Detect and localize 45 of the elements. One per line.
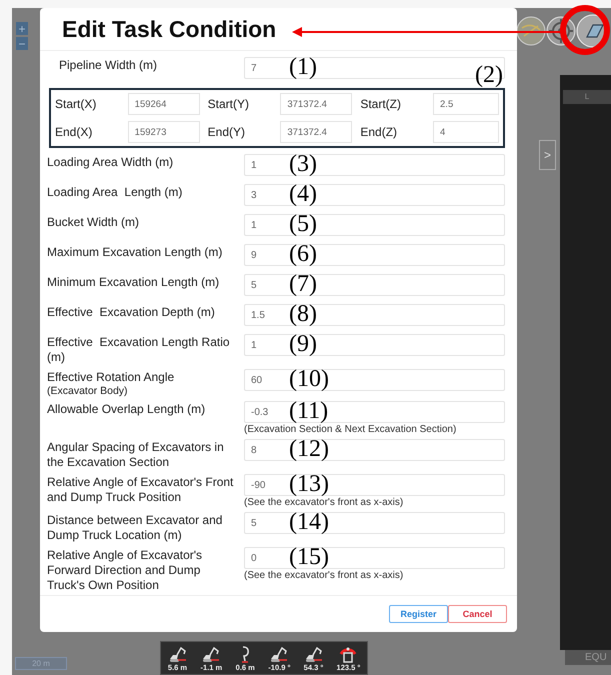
- excavator-icon: [201, 644, 222, 662]
- field-label: Relative Angle of Excavator's Forward Direction and Dump Truck's Own Position: [47, 548, 204, 593]
- field-label: Bucket Width (m): [47, 215, 140, 230]
- field-label: Angular Spacing of Excavators in the Excavation Section: [47, 440, 225, 470]
- field-label: End(Z): [360, 125, 398, 139]
- zoom-out-button[interactable]: −: [16, 37, 28, 50]
- input-field[interactable]: 4: [433, 121, 500, 143]
- field-note: (See the excavator's front as x-axis): [244, 497, 404, 508]
- field-label: Relative Angle of Excavator's Front and Dump Truck Position: [47, 475, 234, 505]
- field-label: Allowable Overlap Length (m): [47, 402, 206, 417]
- input-field[interactable]: 371372.4: [280, 93, 352, 115]
- input-field[interactable]: 371372.4: [280, 121, 352, 143]
- field-label: Start(Z): [360, 97, 402, 111]
- field-label: Pipeline Width (m): [59, 58, 158, 73]
- expand-tab[interactable]: >: [539, 140, 556, 170]
- input-field[interactable]: 159264: [128, 93, 200, 115]
- excavator-icon: [304, 644, 324, 662]
- field-sublabel: (Excavator Body): [47, 385, 129, 397]
- field-label: End(X): [55, 125, 94, 139]
- input-field[interactable]: 2.5: [433, 93, 500, 115]
- field-label: Maximum Excavation Length (m): [47, 245, 224, 260]
- zoom-in-button[interactable]: +: [16, 22, 28, 35]
- excavator-icon: [168, 644, 188, 662]
- field-label: Distance between Excavator and Dump Truck Location (m): [47, 513, 224, 543]
- field-label: Effective Rotation Angle: [47, 370, 176, 385]
- field-label: Start(X): [55, 97, 98, 111]
- dialog-title: Edit Task Condition: [62, 16, 276, 42]
- highlight-circle: [559, 4, 611, 56]
- panel-header: L: [563, 90, 611, 104]
- field-note: (See the excavator's front as x-axis): [244, 570, 404, 581]
- field-label: Effective Excavation Length Ratio (m): [47, 335, 231, 365]
- field-label: Start(Y): [208, 97, 250, 111]
- cancel-button[interactable]: Cancel: [448, 605, 507, 623]
- field-label: End(Y): [208, 125, 246, 139]
- field-label: Minimum Excavation Length (m): [47, 275, 220, 290]
- input-field[interactable]: 159273: [128, 121, 200, 143]
- register-button[interactable]: Register: [389, 605, 448, 623]
- field-note: (Excavation Section & Next Excavation Section): [244, 424, 458, 435]
- excavator-icon: [269, 644, 290, 662]
- target-icon: [546, 16, 576, 46]
- field-label: Loading Area Width (m): [47, 155, 174, 170]
- swing-icon: [338, 644, 358, 662]
- field-label: Loading Area Length (m): [47, 185, 184, 200]
- panel-footer: EQU: [565, 650, 611, 665]
- field-label: Effective Excavation Depth (m): [47, 305, 216, 320]
